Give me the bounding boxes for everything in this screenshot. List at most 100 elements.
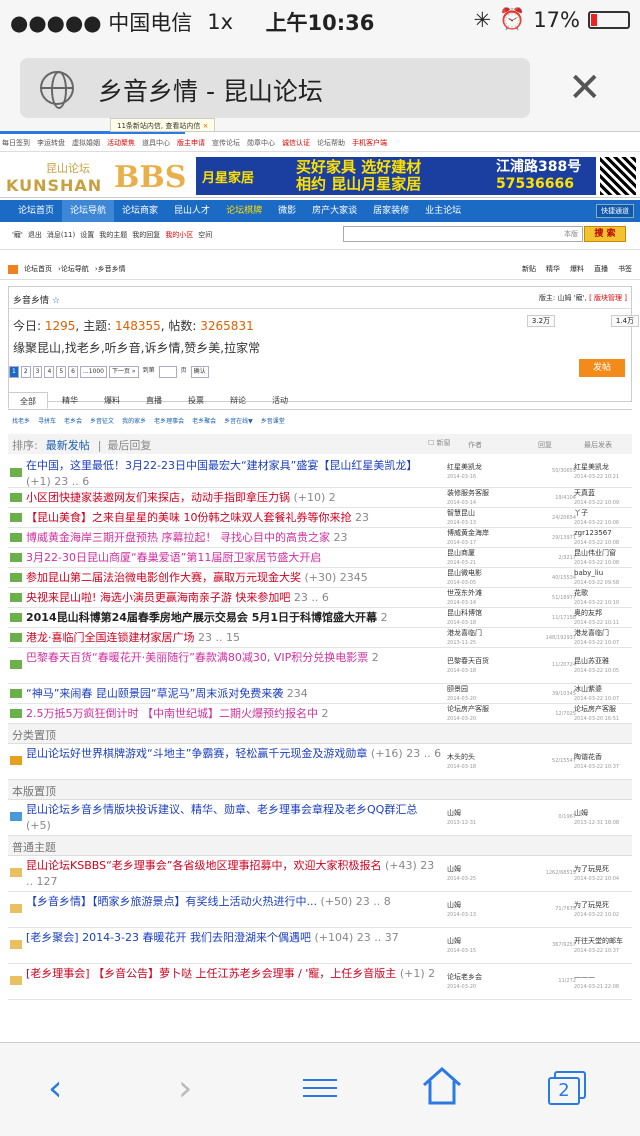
quick-nav-button[interactable]: 快捷通道 bbox=[596, 204, 634, 218]
user-link[interactable]: 退出 bbox=[28, 231, 42, 239]
user-link[interactable]: 我的主题 bbox=[99, 231, 127, 239]
category-link[interactable]: 寻拼车 bbox=[38, 418, 56, 425]
top-link[interactable]: 李运转盘 bbox=[37, 139, 65, 147]
user-link[interactable]: 我的回复 bbox=[132, 231, 160, 239]
thread-title[interactable]: 昆山论坛乡音乡情版块投诉建议、精华、勋章、老乡理事会章程及老乡QQ群汇总 bbox=[26, 803, 417, 816]
new-window-checkbox[interactable]: ☐ 新窗 bbox=[428, 438, 451, 448]
thread-title[interactable]: 小区团快捷家装邀网友们来探店，动动手指即拿压力锅 bbox=[26, 491, 290, 504]
table-row[interactable]: 【昆山美食】之来自星星的美味 10份韩之味双人套餐礼券等你来抢 23 智慧昆山 20… bbox=[8, 508, 632, 528]
thread-title[interactable]: 2.5万抵5万疯狂倒计时 【中南世纪城】二期火爆预约报名中 bbox=[26, 707, 318, 720]
banner-ad[interactable]: 月星家居 买好家具 选好建材 相约 昆山月星家居 江浦路388号 57536666 bbox=[196, 157, 596, 195]
page-link[interactable]: 3 bbox=[32, 366, 43, 378]
bookmarks-icon[interactable] bbox=[303, 1073, 337, 1103]
sort-new[interactable]: 最新发帖 bbox=[46, 439, 90, 452]
user-link[interactable]: 我的小区 bbox=[165, 231, 193, 239]
category-link[interactable]: 老乡聚会 bbox=[192, 418, 216, 425]
page-link[interactable]: 2 bbox=[20, 366, 31, 378]
thread-title[interactable]: [老乡理事会] 【乡音公告】萝卜哒 上任江苏老乡会理事 / '寵，上任乡音版主 bbox=[26, 967, 396, 980]
user-link[interactable]: 设置 bbox=[80, 231, 94, 239]
top-link[interactable]: 宣传论坛 bbox=[212, 139, 240, 147]
crumb-right[interactable]: 新贴 bbox=[522, 265, 536, 273]
top-link[interactable]: 虚拟婚姻 bbox=[72, 139, 100, 147]
message-tip[interactable]: 11条新站内信, 查看站内信 × bbox=[110, 118, 216, 132]
crumb-right[interactable]: 直播 bbox=[594, 265, 608, 273]
user-link[interactable]: 消息(11) bbox=[47, 231, 75, 239]
table-row[interactable]: 【乡音乡情】【晒家乡旅游景点】有奖线上活动火热进行中... (+50) 23 .… bbox=[8, 892, 632, 928]
crumb-right[interactable]: 爆料 bbox=[570, 265, 584, 273]
top-link[interactable]: 勋章中心 bbox=[247, 139, 275, 147]
table-row[interactable]: 在中国，这里最低！3月22-23日中国最宏大“建材家具”盛宴【昆山红星美凯龙】 … bbox=[8, 456, 632, 488]
tab[interactable]: 精华 bbox=[50, 392, 90, 409]
board-manage[interactable]: [ 版块管理 ] bbox=[589, 294, 627, 302]
url-field[interactable]: 乡音乡情 - 昆山论坛 bbox=[20, 58, 530, 118]
tab[interactable]: 活动 bbox=[260, 392, 300, 409]
top-link[interactable]: 每日签到 bbox=[2, 139, 30, 147]
nav-item[interactable]: 居家装修 bbox=[365, 200, 417, 222]
search-input[interactable]: 本版 bbox=[343, 226, 583, 242]
thread-title[interactable]: 巴黎春天百货“春暖花开·美丽随行”春款满80减30, VIP积分兑换电影票 bbox=[26, 651, 368, 664]
thread-title[interactable]: 【昆山美食】之来自星星的美味 10份韩之味双人套餐礼券等你来抢 bbox=[26, 511, 352, 524]
home-icon[interactable] bbox=[420, 1065, 464, 1107]
nav-item[interactable]: 论坛商家 bbox=[114, 200, 166, 222]
crumb-right[interactable]: 书签 bbox=[618, 265, 632, 273]
page-link[interactable]: ...1000 bbox=[79, 366, 107, 378]
nav-item[interactable]: 微影 bbox=[270, 200, 304, 222]
table-row[interactable]: [老乡理事会] 【乡音公告】萝卜哒 上任江苏老乡会理事 / '寵，上任乡音版主 … bbox=[8, 964, 632, 1000]
back-icon[interactable]: ‹ bbox=[48, 1069, 62, 1109]
close-icon[interactable]: × bbox=[203, 122, 209, 130]
search-button[interactable]: 搜 索 bbox=[584, 226, 626, 242]
table-row[interactable]: 2014昆山科博第24届春季房地产展示交易会 5月1日于科博馆盛大开幕 2 昆山科… bbox=[8, 608, 632, 628]
forward-icon[interactable]: › bbox=[178, 1069, 192, 1109]
confirm-button[interactable]: 确认 bbox=[190, 366, 209, 378]
close-icon[interactable]: ✕ bbox=[568, 68, 602, 108]
tabs-icon[interactable]: 2 bbox=[548, 1071, 586, 1105]
crumb-item[interactable]: 论坛导航 bbox=[61, 265, 89, 273]
category-link[interactable]: 老乡理事会 bbox=[154, 418, 184, 425]
category-link[interactable]: 乡音征文 bbox=[90, 418, 114, 425]
table-row[interactable]: 2.5万抵5万疯狂倒计时 【中南世纪城】二期火爆预约报名中 2 论坛房产客服 201… bbox=[8, 704, 632, 724]
user-link[interactable]: 空间 bbox=[198, 231, 212, 239]
table-row[interactable]: 昆山论坛KSBBS“老乡理事会”各省级地区理事招募中，欢迎大家积极报名 (+43… bbox=[8, 856, 632, 892]
category-link[interactable]: 乡音在线▼ bbox=[224, 418, 253, 425]
tab[interactable]: 爆料 bbox=[92, 392, 132, 409]
table-row[interactable]: 3月22-30日昆山商厦“春巢爱语”第11届厨卫家居节盛大开启 昆山商厦 2014-… bbox=[8, 548, 632, 568]
top-link[interactable]: 版主申请 bbox=[177, 139, 205, 147]
page-input[interactable] bbox=[158, 366, 177, 378]
crumb-right[interactable]: 精华 bbox=[546, 265, 560, 273]
page-link[interactable]: 1 bbox=[9, 366, 19, 378]
thread-title[interactable]: 昆山论坛KSBBS“老乡理事会”各省级地区理事招募中，欢迎大家积极报名 bbox=[26, 859, 381, 872]
home-icon[interactable] bbox=[8, 264, 18, 274]
thread-title[interactable]: 在中国，这里最低！3月22-23日中国最宏大“建材家具”盛宴【昆山红星美凯龙】 bbox=[26, 459, 417, 472]
tab-all[interactable]: 全部 bbox=[8, 392, 48, 409]
crumb-item[interactable]: 论坛首页 bbox=[24, 265, 52, 273]
sort-reply[interactable]: 最后回复 bbox=[107, 439, 151, 452]
nav-item[interactable]: 论坛棋牌 bbox=[218, 200, 270, 222]
moderators[interactable]: 山姆 '寵', bbox=[558, 294, 587, 302]
category-link[interactable]: 乡音课堂 bbox=[261, 418, 285, 425]
nav-item[interactable]: 业主论坛 bbox=[417, 200, 469, 222]
table-row[interactable]: 小区团快捷家装邀网友们来探店，动动手指即拿压力锅 (+10) 2 装修服务客服 20… bbox=[8, 488, 632, 508]
crumb-item[interactable]: 乡音乡情 bbox=[98, 265, 126, 273]
site-logo[interactable]: 昆山论坛 KUNSHAN BBS bbox=[6, 158, 186, 196]
thread-title[interactable]: 博威黄金海岸三期开盘预热 序幕拉起！ 寻找心目中的高贵之家 bbox=[26, 531, 330, 544]
thread-title[interactable]: 【乡音乡情】【晒家乡旅游景点】有奖线上活动火热进行中... bbox=[26, 895, 317, 908]
thread-title[interactable]: 2014昆山科博第24届春季房地产展示交易会 5月1日于科博馆盛大开幕 bbox=[26, 611, 377, 624]
table-row[interactable]: [老乡聚会] 2014-3-23 春暖花开 我们去阳澄湖来个偶遇吧 (+104)… bbox=[8, 928, 632, 964]
page-link[interactable]: 4 bbox=[44, 366, 55, 378]
thread-title[interactable]: “神马”来闹春 昆山颐景园“草泥马”周末派对免费来袭 bbox=[26, 687, 283, 700]
category-link[interactable]: 找老乡 bbox=[12, 418, 30, 425]
thread-title[interactable]: 参加昆山第二届法治微电影创作大赛，赢取万元现金大奖 bbox=[26, 571, 301, 584]
tab[interactable]: 投票 bbox=[176, 392, 216, 409]
top-link[interactable]: 诚信认证 bbox=[282, 139, 310, 147]
top-link[interactable]: 手机客户端 bbox=[352, 139, 387, 147]
table-row[interactable]: 参加昆山第二届法治微电影创作大赛，赢取万元现金大奖 (+30) 2345 昆山微电… bbox=[8, 568, 632, 588]
page-link[interactable]: 5 bbox=[56, 366, 67, 378]
thread-title[interactable]: 昆山论坛好世界棋牌游戏“斗地主”争霸赛，轻松赢千元现金及游戏勋章 bbox=[26, 747, 367, 760]
table-row[interactable]: 央视来昆山啦! 海选小演员更赢海南亲子游 快来参加吧 23 .. 6 世茂东外滩 2… bbox=[8, 588, 632, 608]
tab[interactable]: 辩论 bbox=[218, 392, 258, 409]
top-link[interactable]: 论坛帮助 bbox=[317, 139, 345, 147]
tab[interactable]: 直播 bbox=[134, 392, 174, 409]
category-link[interactable]: 老乡会 bbox=[64, 418, 82, 425]
thread-title[interactable]: 3月22-30日昆山商厦“春巢爱语”第11届厨卫家居节盛大开启 bbox=[26, 551, 321, 564]
table-row[interactable]: 博威黄金海岸三期开盘预热 序幕拉起！ 寻找心目中的高贵之家 23 博威黄金海岸 20… bbox=[8, 528, 632, 548]
